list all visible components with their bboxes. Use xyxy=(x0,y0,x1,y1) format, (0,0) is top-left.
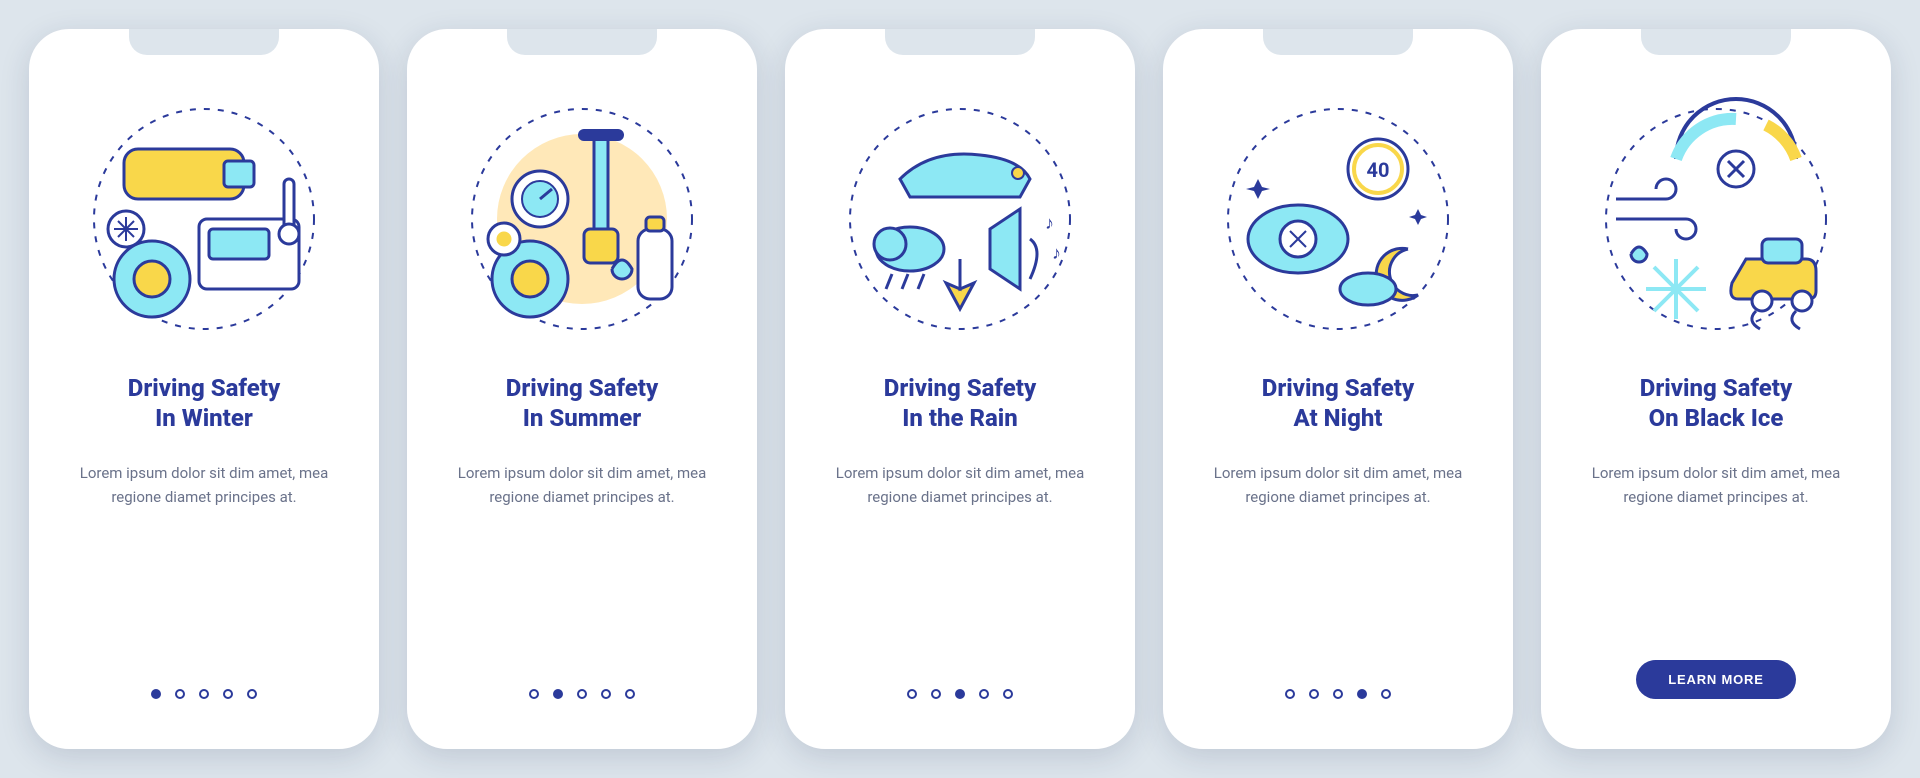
page-dot[interactable] xyxy=(151,689,161,699)
page-dot[interactable] xyxy=(931,689,941,699)
page-dot[interactable] xyxy=(1309,689,1319,699)
page-indicator xyxy=(151,689,257,699)
learn-more-button[interactable]: LEARN MORE xyxy=(1636,660,1795,699)
page-dot[interactable] xyxy=(1333,689,1343,699)
page-dot[interactable] xyxy=(577,689,587,699)
svg-text:40: 40 xyxy=(1367,158,1390,182)
page-dot[interactable] xyxy=(625,689,635,699)
phone-notch xyxy=(507,29,657,55)
screen-title: Driving Safety On Black Ice xyxy=(1640,373,1793,433)
page-dot[interactable] xyxy=(907,689,917,699)
screen-body: Lorem ipsum dolor sit dim amet, mea regi… xyxy=(1203,461,1473,509)
page-dot[interactable] xyxy=(247,689,257,699)
onboarding-screen: ♪ ♪ Driving Safety In the Rain Lorem ips… xyxy=(785,29,1135,749)
onboarding-screen: Driving Safety In Winter Lorem ipsum dol… xyxy=(29,29,379,749)
page-dot[interactable] xyxy=(979,689,989,699)
page-dot[interactable] xyxy=(1285,689,1295,699)
screen-title: Driving Safety In the Rain xyxy=(884,373,1037,433)
onboarding-screen: Driving Safety In Summer Lorem ipsum dol… xyxy=(407,29,757,749)
svg-text:♪: ♪ xyxy=(1045,213,1054,234)
page-dot[interactable] xyxy=(529,689,539,699)
page-dot[interactable] xyxy=(175,689,185,699)
black-ice-driving-icon xyxy=(1586,89,1846,349)
page-dot[interactable] xyxy=(1003,689,1013,699)
page-dot[interactable] xyxy=(1357,689,1367,699)
page-indicator xyxy=(907,689,1013,699)
page-indicator xyxy=(1285,689,1391,699)
night-driving-icon: 40 xyxy=(1208,89,1468,349)
page-dot[interactable] xyxy=(955,689,965,699)
screen-title: Driving Safety In Winter xyxy=(128,373,281,433)
phone-notch xyxy=(885,29,1035,55)
rain-driving-icon: ♪ ♪ xyxy=(830,89,1090,349)
screen-body: Lorem ipsum dolor sit dim amet, mea regi… xyxy=(825,461,1095,509)
page-dot[interactable] xyxy=(223,689,233,699)
phone-notch xyxy=(1641,29,1791,55)
screen-body: Lorem ipsum dolor sit dim amet, mea regi… xyxy=(447,461,717,509)
onboarding-screen: Driving Safety On Black Ice Lorem ipsum … xyxy=(1541,29,1891,749)
svg-text:♪: ♪ xyxy=(1052,243,1061,264)
screen-body: Lorem ipsum dolor sit dim amet, mea regi… xyxy=(69,461,339,509)
page-dot[interactable] xyxy=(553,689,563,699)
phone-notch xyxy=(1263,29,1413,55)
summer-driving-icon xyxy=(452,89,712,349)
screen-title: Driving Safety In Summer xyxy=(506,373,659,433)
page-dot[interactable] xyxy=(601,689,611,699)
page-dot[interactable] xyxy=(199,689,209,699)
page-dot[interactable] xyxy=(1381,689,1391,699)
screen-body: Lorem ipsum dolor sit dim amet, mea regi… xyxy=(1581,461,1851,509)
winter-driving-icon xyxy=(74,89,334,349)
screen-title: Driving Safety At Night xyxy=(1262,373,1415,433)
onboarding-screen: 40 Driving Safety At Night Lorem ipsum d… xyxy=(1163,29,1513,749)
page-indicator xyxy=(529,689,635,699)
phone-notch xyxy=(129,29,279,55)
